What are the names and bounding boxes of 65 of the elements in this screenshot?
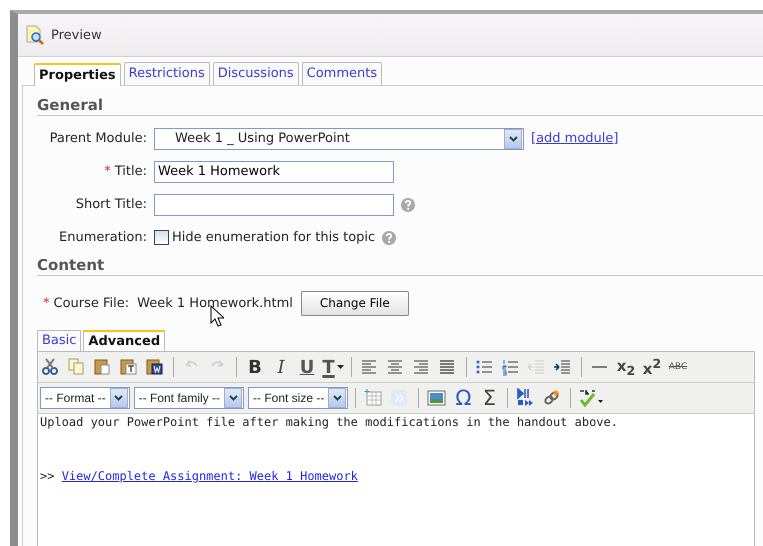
text-color-button[interactable]: T — [322, 356, 344, 378]
preview-icon — [25, 25, 45, 45]
underline-button[interactable]: U — [296, 356, 318, 378]
field-label: Enumeration: — [58, 230, 147, 245]
rule-icon — [592, 366, 607, 368]
redo-icon — [211, 360, 224, 367]
section-heading: General — [37, 96, 763, 116]
caret-icon — [336, 365, 344, 369]
dropdown[interactable]: -- Font size -- — [248, 387, 348, 409]
italic-button[interactable]: I — [270, 356, 292, 378]
field-label: * Course File: — [43, 296, 130, 310]
parent-module-dropdown[interactable]: Week 1 _ Using PowerPoint — [154, 128, 524, 150]
section-heading: Content — [37, 256, 763, 276]
checkbox-label: Hide enumeration for this topic — [172, 230, 376, 245]
change-file-button[interactable]: Change File — [300, 290, 409, 316]
undo-icon — [185, 360, 198, 367]
image-icon — [428, 390, 446, 406]
tab[interactable]: Properties — [34, 63, 121, 86]
caret-icon — [228, 395, 238, 401]
subscript-button[interactable]: x$_{2}$ — [615, 356, 637, 378]
media-icon — [518, 388, 534, 406]
align-right-icon — [414, 360, 428, 374]
short-title-field[interactable] — [154, 194, 394, 216]
editor-tab[interactable]: Advanced — [83, 330, 166, 351]
field-label: * Title: — [103, 164, 147, 179]
bold-button[interactable]: B — [244, 356, 266, 378]
outdent-icon — [528, 360, 544, 374]
field-label: Short Title: — [74, 197, 147, 212]
title-field[interactable]: Week 1 Homework — [154, 160, 394, 182]
paste-icon — [94, 360, 110, 374]
caret-icon — [332, 395, 342, 401]
copy-icon — [68, 358, 84, 374]
spellcheck-button[interactable] — [578, 387, 604, 409]
cut-icon — [42, 358, 58, 375]
caret-icon — [114, 395, 124, 401]
link-prefix: >> — [40, 469, 54, 483]
field-label: Parent Module: — [48, 131, 147, 146]
dropdown[interactable]: -- Font family -- — [134, 387, 244, 409]
dropdown[interactable]: -- Format -- — [40, 387, 130, 409]
spellcheck-icon — [580, 389, 604, 408]
align-left-icon — [362, 360, 376, 374]
file-name: Week 1 Homework.html — [137, 296, 293, 310]
paste-text-icon — [120, 360, 136, 374]
align-center-icon — [388, 360, 402, 374]
tab[interactable]: Comments — [302, 62, 382, 85]
assignment-link[interactable]: View/Complete Assignment: Week 1 Homework — [62, 469, 358, 483]
window-title: Preview — [51, 28, 102, 42]
numbers-icon — [502, 360, 518, 376]
add-module-link[interactable]: [add module] — [531, 131, 618, 146]
symbol-button[interactable]: Ω — [452, 387, 474, 409]
caret-icon — [508, 136, 518, 142]
table-icon — [364, 388, 382, 406]
justify-icon — [439, 360, 455, 374]
strikethrough-button[interactable]: ABC — [667, 356, 689, 378]
body-text: Upload your PowerPoint file after making the modifications in the handout above. — [40, 415, 619, 429]
tab[interactable]: Discussions — [212, 62, 299, 85]
bullets-icon — [476, 360, 492, 374]
editor-tab[interactable]: Basic — [37, 330, 82, 351]
indent-icon — [553, 360, 570, 374]
link-icon — [544, 390, 560, 404]
equation-button[interactable]: Σ — [478, 387, 500, 409]
checkbox[interactable] — [154, 230, 169, 245]
superscript-button[interactable]: x$^{2}$ — [641, 356, 663, 378]
tab[interactable]: Restrictions — [124, 62, 210, 85]
paste-word-icon — [146, 360, 162, 374]
